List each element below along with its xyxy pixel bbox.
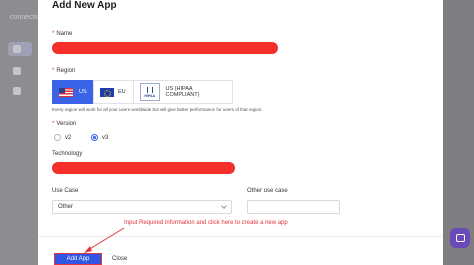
settings-icon bbox=[13, 87, 21, 95]
version-option-v2[interactable]: v2 bbox=[54, 134, 71, 141]
radio-unchecked[interactable] bbox=[54, 134, 61, 141]
background-brand: connectio bbox=[10, 14, 40, 21]
chat-icon bbox=[455, 234, 465, 242]
apps-icon bbox=[13, 67, 21, 75]
add-app-modal: Add New App * Name * Region US EU HIPAA US… bbox=[38, 0, 443, 265]
version-option-v3[interactable]: v3 bbox=[91, 134, 108, 141]
background-sidebar: connectio bbox=[0, 0, 40, 265]
region-option-eu[interactable]: EU bbox=[93, 80, 134, 104]
region-label: * Region bbox=[52, 68, 76, 74]
radio-checked[interactable] bbox=[91, 134, 98, 141]
eu-flag-icon bbox=[100, 87, 114, 97]
other-use-case-input[interactable] bbox=[247, 200, 340, 214]
region-option-us[interactable]: US bbox=[52, 80, 94, 104]
required-marker: * bbox=[52, 31, 55, 37]
required-marker: * bbox=[52, 68, 55, 74]
use-case-select[interactable]: Other bbox=[52, 200, 232, 214]
region-option-hipaa[interactable]: HIPAA US (HIPAA COMPLIANT) bbox=[133, 80, 233, 104]
us-flag-icon bbox=[59, 87, 73, 97]
dashboard-icon bbox=[13, 45, 21, 53]
region-selector: US EU HIPAA US (HIPAA COMPLIANT) bbox=[52, 80, 233, 104]
background-nav-item bbox=[8, 42, 32, 56]
footer-divider bbox=[38, 236, 443, 237]
name-label: * Name bbox=[52, 31, 73, 37]
close-button[interactable]: Close bbox=[112, 256, 127, 262]
chevron-down-icon bbox=[221, 203, 227, 209]
hipaa-logo-icon: HIPAA bbox=[140, 83, 160, 101]
chat-button[interactable] bbox=[450, 228, 470, 248]
add-app-button[interactable]: Add App bbox=[54, 253, 102, 265]
background-nav-item bbox=[8, 84, 32, 98]
region-hint: Every region will work for all your user… bbox=[52, 107, 263, 112]
other-use-case-label: Other use case bbox=[247, 188, 288, 194]
technology-field-redacted[interactable] bbox=[52, 162, 235, 174]
required-marker: * bbox=[52, 121, 55, 127]
use-case-label: Use Case bbox=[52, 188, 79, 194]
background-overlay bbox=[443, 0, 474, 265]
tutorial-annotation: Input Required information and click her… bbox=[124, 220, 288, 226]
name-field-redacted[interactable] bbox=[52, 42, 278, 54]
version-label: * Version bbox=[52, 121, 77, 127]
technology-label: Technology bbox=[52, 151, 83, 157]
modal-title: Add New App bbox=[52, 0, 117, 11]
background-nav-item bbox=[8, 64, 32, 78]
